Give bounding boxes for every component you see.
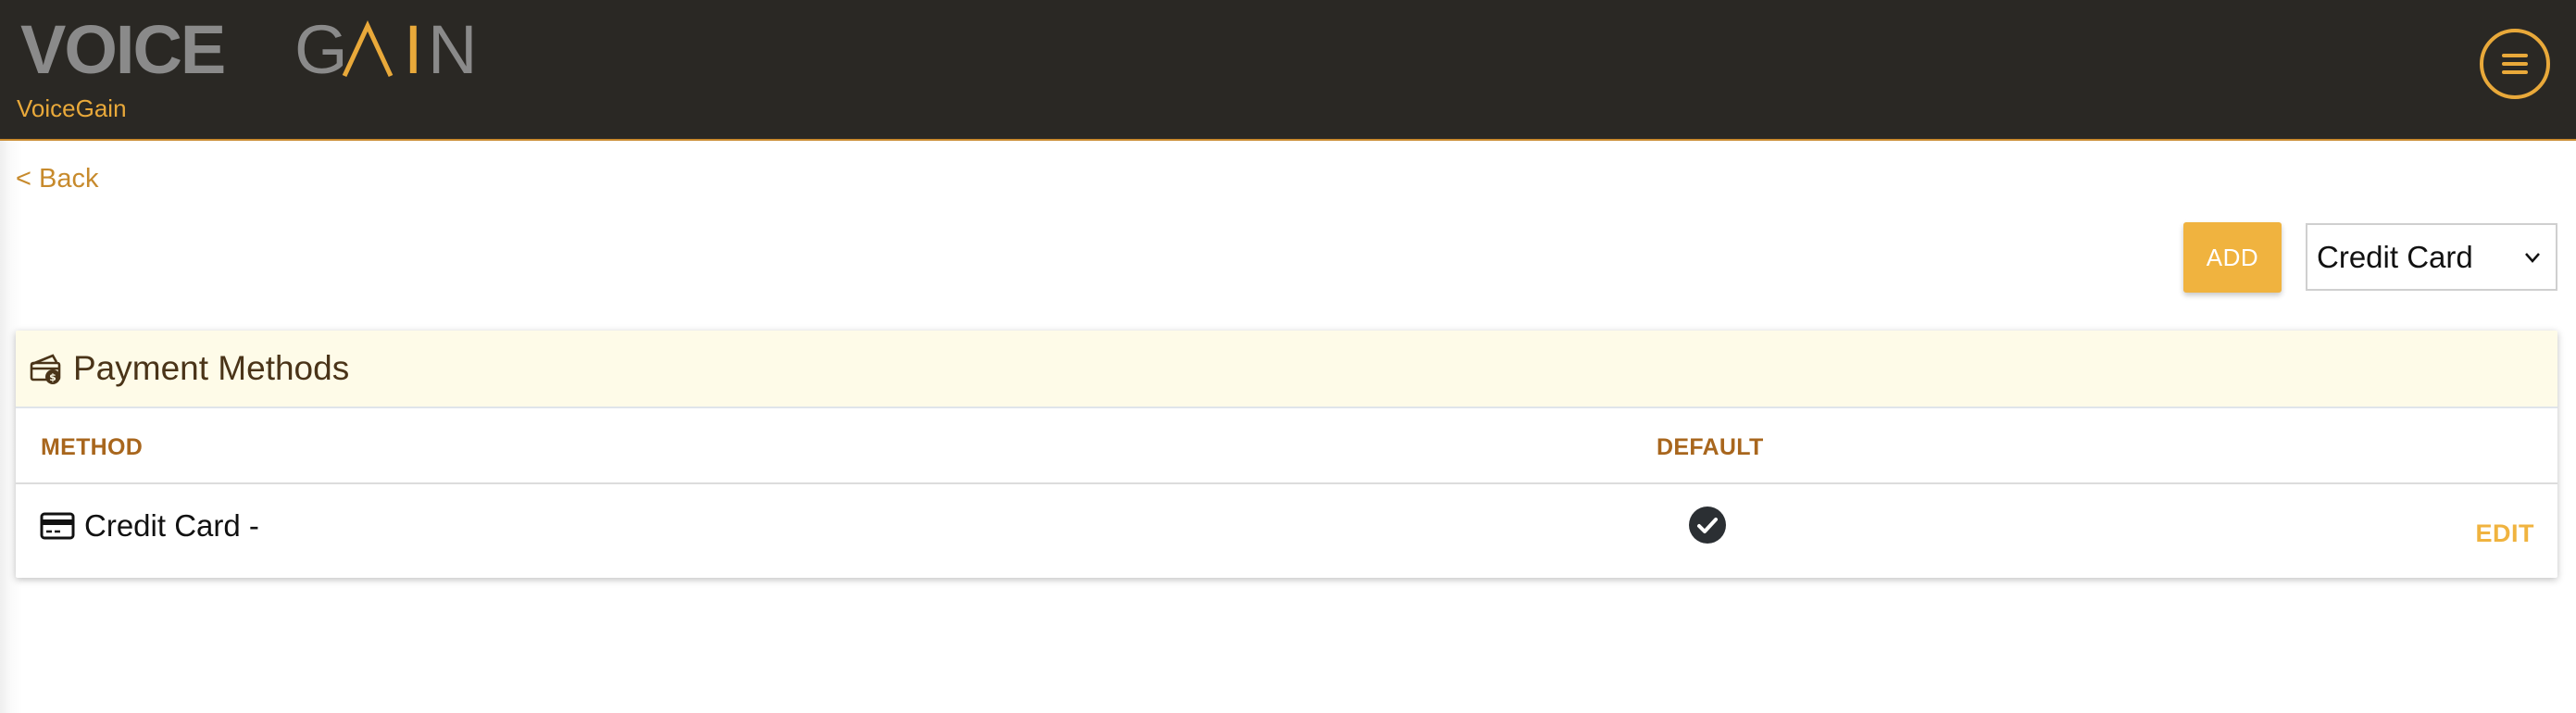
panel-header: $ Payment Methods <box>16 331 2557 408</box>
svg-text:N: N <box>428 20 477 80</box>
panel-title: Payment Methods <box>73 349 350 387</box>
svg-text:VOICE: VOICE <box>20 20 224 80</box>
wallet-icon: $ <box>30 354 61 384</box>
organization-name: VoiceGain <box>17 94 127 122</box>
payment-type-select-value: Credit Card <box>2317 239 2473 274</box>
credit-card-icon <box>40 512 75 540</box>
table-row: Credit Card - EDIT <box>16 484 2557 576</box>
method-cell: Credit Card - <box>40 508 259 544</box>
back-link[interactable]: < Back <box>16 164 98 194</box>
payment-methods-panel: $ Payment Methods METHOD DEFAULT Credit … <box>16 331 2557 578</box>
hamburger-menu-icon[interactable] <box>2480 29 2550 99</box>
chevron-down-icon <box>2525 252 2540 263</box>
method-label: Credit Card - <box>84 508 259 543</box>
table-header: METHOD DEFAULT <box>16 408 2557 484</box>
svg-text:$: $ <box>49 371 56 383</box>
app-header: VOICE G I N VoiceGain <box>0 0 2576 141</box>
check-circle-icon <box>1689 507 1726 544</box>
add-button[interactable]: ADD <box>2183 222 2282 293</box>
svg-text:G: G <box>294 20 348 80</box>
edit-button[interactable]: EDIT <box>2475 519 2534 548</box>
payment-type-select[interactable]: Credit Card <box>2306 223 2557 291</box>
column-header-default[interactable]: DEFAULT <box>1657 434 1764 461</box>
svg-text:I: I <box>404 20 423 80</box>
column-header-method[interactable]: METHOD <box>41 434 143 461</box>
voicegain-logo[interactable]: VOICE G I N <box>20 19 483 81</box>
